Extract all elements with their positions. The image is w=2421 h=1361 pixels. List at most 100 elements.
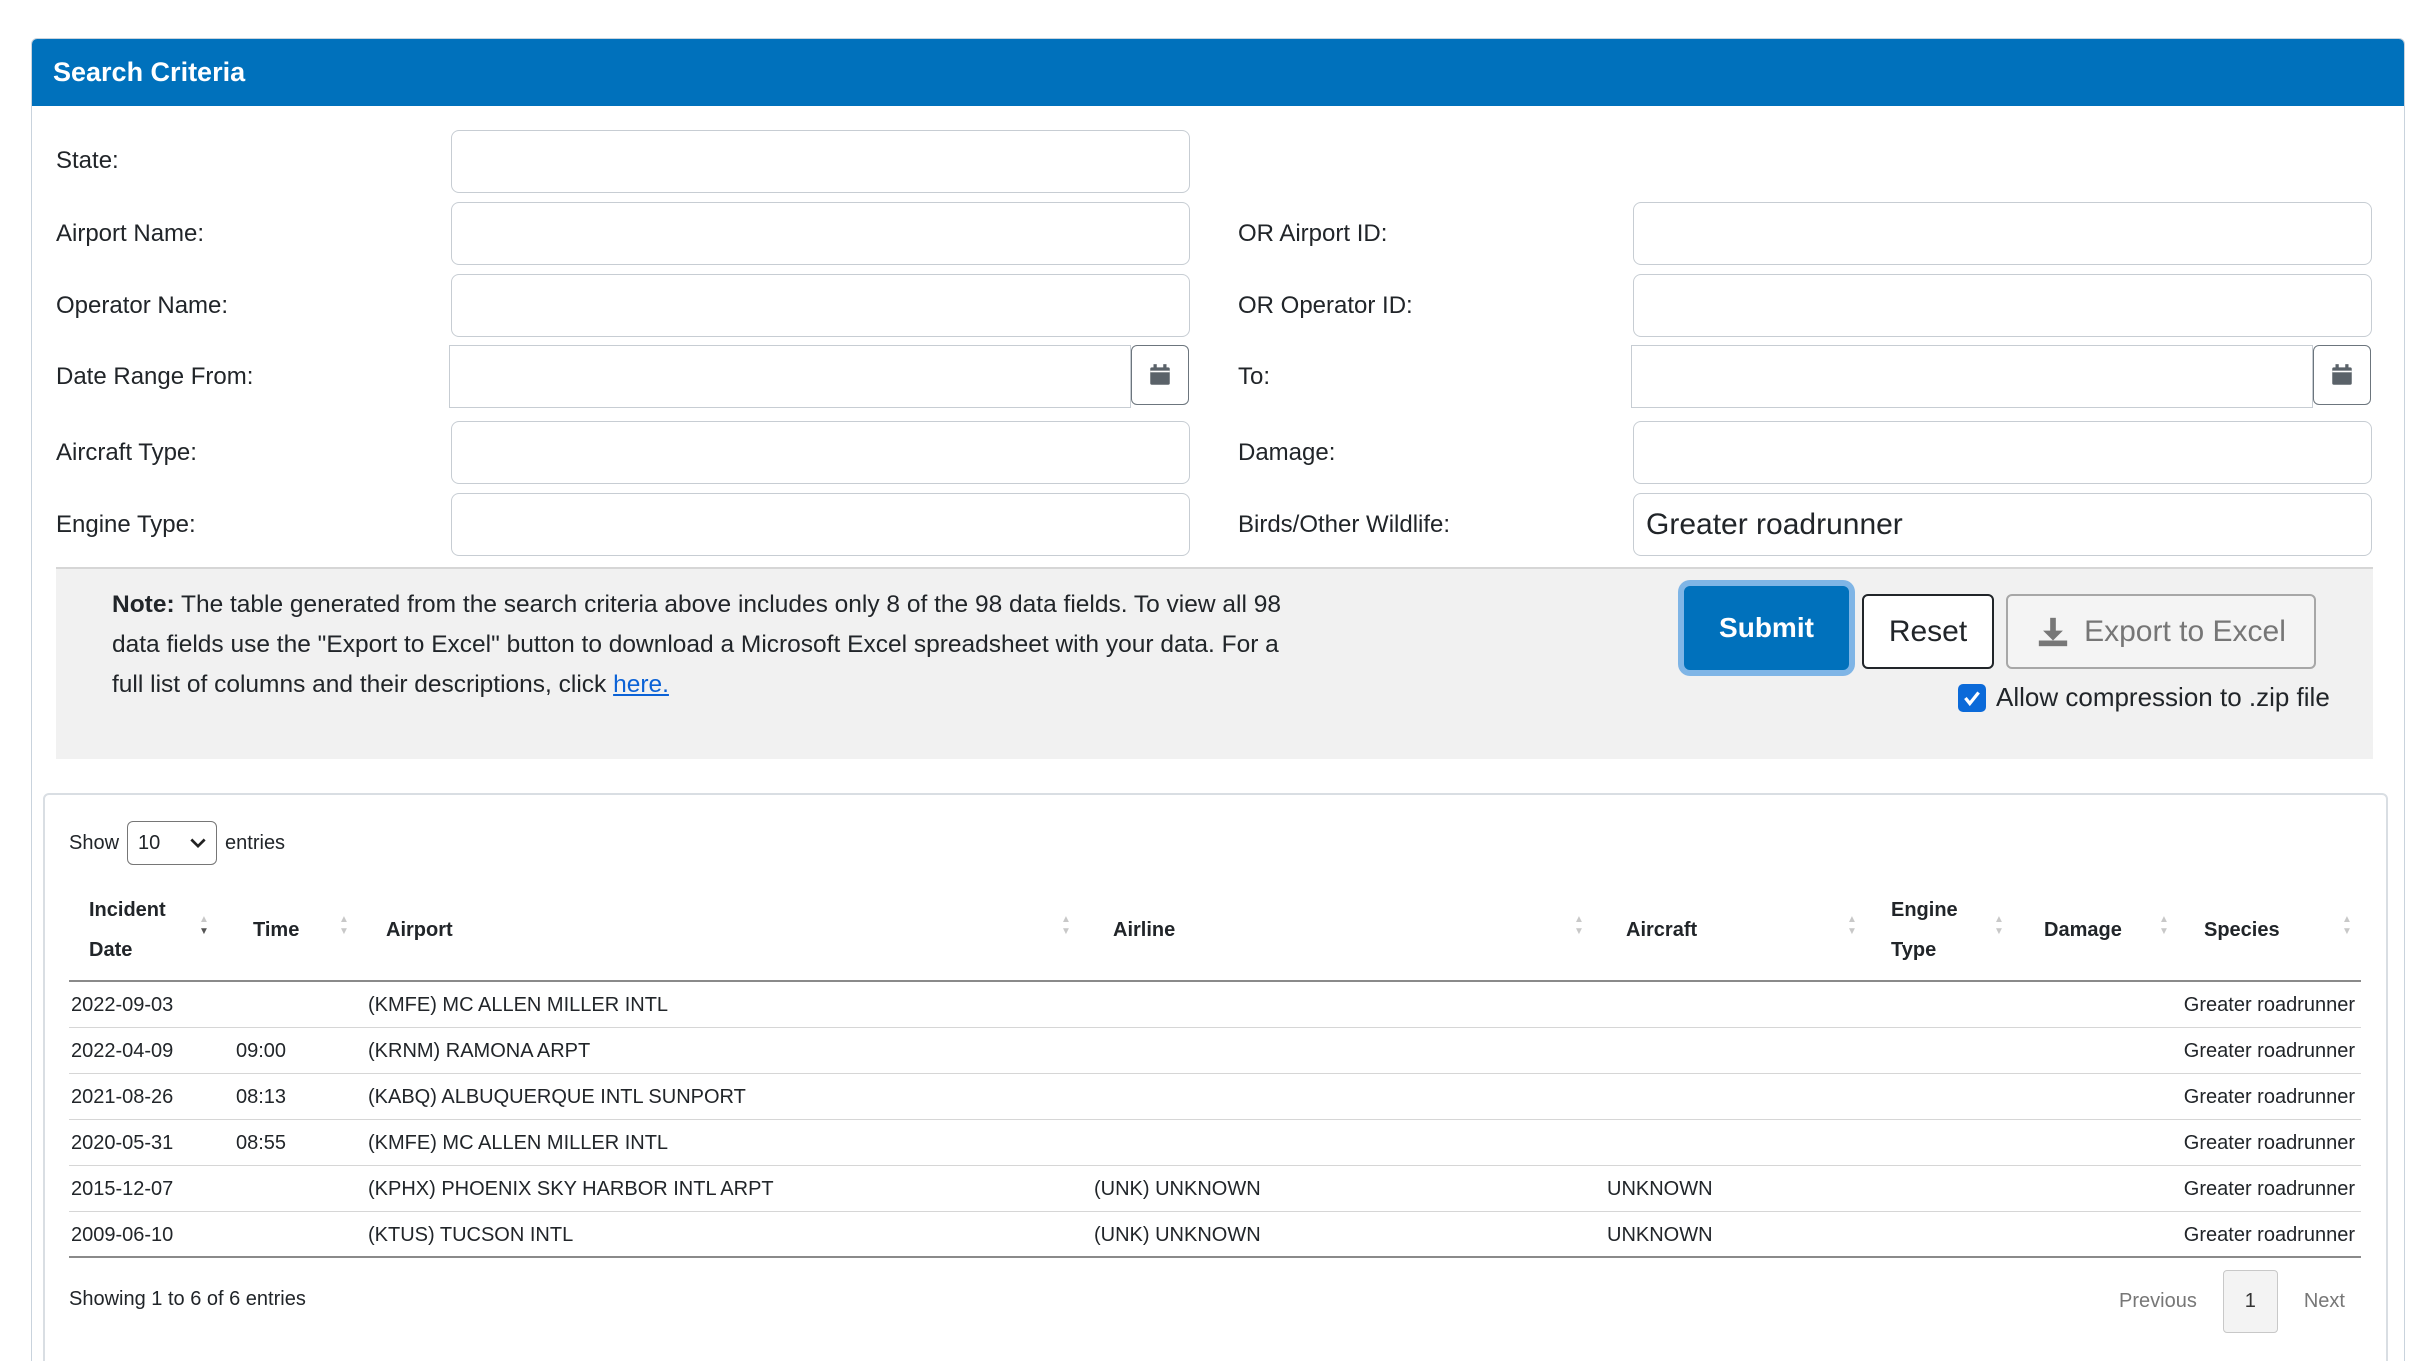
calendar-icon bbox=[1150, 364, 1170, 385]
cell-species: Greater roadrunner bbox=[2183, 1132, 2355, 1154]
entries-select-value: 10 bbox=[138, 831, 161, 854]
cell-airline: (UNK) UNKNOWN bbox=[1094, 1224, 1261, 1246]
state-input[interactable] bbox=[451, 130, 1190, 193]
export-to-excel-button[interactable]: Export to Excel bbox=[2006, 594, 2316, 669]
col-damage[interactable]: Damage bbox=[2044, 880, 2122, 980]
sort-icon: ▲ ▼ bbox=[2159, 914, 2169, 937]
next-page-button[interactable]: Next bbox=[2304, 1290, 2345, 1313]
col-aircraft[interactable]: Aircraft bbox=[1626, 880, 1697, 980]
engine-type-label: Engine Type: bbox=[56, 511, 196, 538]
sort-icon: ▲ ▼ bbox=[2342, 914, 2352, 937]
col-time[interactable]: Time bbox=[253, 880, 299, 980]
operator-id-input[interactable] bbox=[1633, 274, 2372, 337]
cell-date: 2015-12-07 bbox=[71, 1178, 174, 1200]
sort-icon: ▲ ▼ bbox=[1994, 914, 2004, 937]
sort-icon: ▲ ▼ bbox=[199, 914, 209, 937]
zip-label: Allow compression to .zip file bbox=[1996, 682, 2330, 712]
sort-icon: ▲ ▼ bbox=[1574, 914, 1584, 937]
pagination: Previous 1 Next bbox=[2119, 1270, 2345, 1333]
col-incident-date[interactable]: Incident Date bbox=[89, 880, 199, 980]
cell-airline: (UNK) UNKNOWN bbox=[1094, 1178, 1261, 1200]
date-to-input[interactable] bbox=[1631, 345, 2313, 408]
cell-date: 2020-05-31 bbox=[71, 1132, 174, 1154]
col-engine-type[interactable]: Engine Type bbox=[1891, 880, 1958, 980]
entries-select[interactable]: 10 bbox=[127, 821, 218, 865]
aircraft-type-input[interactable] bbox=[451, 421, 1190, 484]
cell-time: 09:00 bbox=[236, 1040, 287, 1062]
date-to-calendar-button[interactable] bbox=[2313, 345, 2371, 405]
airport-name-input[interactable] bbox=[451, 202, 1190, 265]
table-row: 2020-05-31 08:55 (KMFE) MC ALLEN MILLER … bbox=[69, 1120, 2361, 1166]
sort-icon: ▲ ▼ bbox=[1061, 914, 1071, 937]
show-label: Show bbox=[69, 831, 120, 854]
wildlife-input[interactable] bbox=[1633, 493, 2372, 556]
sort-icon: ▲ ▼ bbox=[1847, 914, 1857, 937]
zip-checkbox[interactable] bbox=[1958, 683, 1986, 712]
col-airline[interactable]: Airline bbox=[1113, 880, 1175, 980]
cell-time: 08:55 bbox=[236, 1132, 287, 1154]
col-engine-type-line1: Engine bbox=[1891, 899, 1958, 921]
cell-airport: (KRNM) RAMONA ARPT bbox=[368, 1040, 591, 1062]
col-incident-date-line1: Incident bbox=[89, 899, 166, 921]
panel-title: Search Criteria bbox=[32, 39, 2404, 106]
state-label: State: bbox=[56, 147, 119, 174]
table-row: 2021-08-26 08:13 (KABQ) ALBUQUERQUE INTL… bbox=[69, 1074, 2361, 1120]
download-icon bbox=[2038, 617, 2068, 646]
chevron-down-icon bbox=[190, 838, 206, 848]
date-to-label: To: bbox=[1238, 363, 1271, 390]
table-row: 2015-12-07 (KPHX) PHOENIX SKY HARBOR INT… bbox=[69, 1166, 2361, 1212]
cell-aircraft: UNKNOWN bbox=[1607, 1178, 1713, 1200]
cell-airport: (KMFE) MC ALLEN MILLER INTL bbox=[368, 1132, 669, 1154]
airport-id-input[interactable] bbox=[1633, 202, 2372, 265]
cell-airport: (KTUS) TUCSON INTL bbox=[368, 1224, 574, 1246]
table-row: 2022-09-03 (KMFE) MC ALLEN MILLER INTL G… bbox=[69, 982, 2361, 1028]
cell-species: Greater roadrunner bbox=[2183, 1040, 2355, 1062]
engine-type-input[interactable] bbox=[451, 493, 1190, 556]
entries-label: entries bbox=[225, 831, 286, 854]
columns-help-link[interactable]: here. bbox=[613, 671, 669, 698]
zip-option: Allow compression to .zip file bbox=[1958, 682, 2330, 713]
damage-label: Damage: bbox=[1238, 439, 1336, 466]
reset-button[interactable]: Reset bbox=[1862, 594, 1994, 669]
col-incident-date-line2: Date bbox=[89, 939, 133, 961]
cell-species: Greater roadrunner bbox=[2183, 1224, 2355, 1246]
col-engine-type-line2: Type bbox=[1891, 939, 1937, 961]
calendar-icon bbox=[2332, 364, 2352, 385]
aircraft-type-label: Aircraft Type: bbox=[56, 439, 197, 466]
cell-aircraft: UNKNOWN bbox=[1607, 1224, 1713, 1246]
operator-name-label: Operator Name: bbox=[56, 292, 229, 319]
cell-date: 2009-06-10 bbox=[71, 1224, 174, 1246]
table-info: Showing 1 to 6 of 6 entries bbox=[69, 1288, 306, 1310]
cell-airport: (KPHX) PHOENIX SKY HARBOR INTL ARPT bbox=[368, 1178, 774, 1200]
table-row: 2022-04-09 09:00 (KRNM) RAMONA ARPT Grea… bbox=[69, 1028, 2361, 1074]
note-text: Note: The table generated from the searc… bbox=[112, 585, 1292, 705]
wildlife-label: Birds/Other Wildlife: bbox=[1238, 511, 1451, 538]
cell-date: 2022-04-09 bbox=[71, 1040, 174, 1062]
sort-icon: ▲ ▼ bbox=[339, 914, 349, 937]
cell-species: Greater roadrunner bbox=[2183, 1086, 2355, 1108]
col-airport[interactable]: Airport bbox=[386, 880, 453, 980]
operator-name-input[interactable] bbox=[451, 274, 1190, 337]
cell-airport: (KMFE) MC ALLEN MILLER INTL bbox=[368, 994, 669, 1016]
damage-input[interactable] bbox=[1633, 421, 2372, 484]
results-table: Incident Date ▲ ▼ Time ▲ ▼ Airport ▲ ▼ Airl… bbox=[69, 880, 2361, 1258]
cell-date: 2021-08-26 bbox=[71, 1086, 174, 1108]
cell-airport: (KABQ) ALBUQUERQUE INTL SUNPORT bbox=[368, 1086, 746, 1108]
note-bold-label: Note: bbox=[112, 591, 175, 618]
date-from-input[interactable] bbox=[449, 345, 1131, 408]
export-label: Export to Excel bbox=[2084, 614, 2286, 648]
note-body: The table generated from the search crit… bbox=[112, 591, 1281, 698]
cell-species: Greater roadrunner bbox=[2183, 1178, 2355, 1200]
airport-id-label: OR Airport ID: bbox=[1238, 220, 1388, 247]
results-table-card: Show 10 entries Incident Date ▲ ▼ Time ▲ ▼… bbox=[43, 793, 2388, 1361]
col-species[interactable]: Species bbox=[2204, 880, 2280, 980]
date-from-calendar-button[interactable] bbox=[1131, 345, 1189, 405]
submit-button[interactable]: Submit bbox=[1684, 586, 1849, 670]
table-row: 2009-06-10 (KTUS) TUCSON INTL (UNK) UNKN… bbox=[69, 1212, 2361, 1258]
operator-id-label: OR Operator ID: bbox=[1238, 292, 1413, 319]
previous-page-button[interactable]: Previous bbox=[2119, 1290, 2197, 1313]
cell-time: 08:13 bbox=[236, 1086, 287, 1108]
cell-species: Greater roadrunner bbox=[2183, 994, 2355, 1016]
page-1-button[interactable]: 1 bbox=[2222, 1270, 2278, 1333]
checkmark-icon bbox=[1964, 690, 1980, 706]
